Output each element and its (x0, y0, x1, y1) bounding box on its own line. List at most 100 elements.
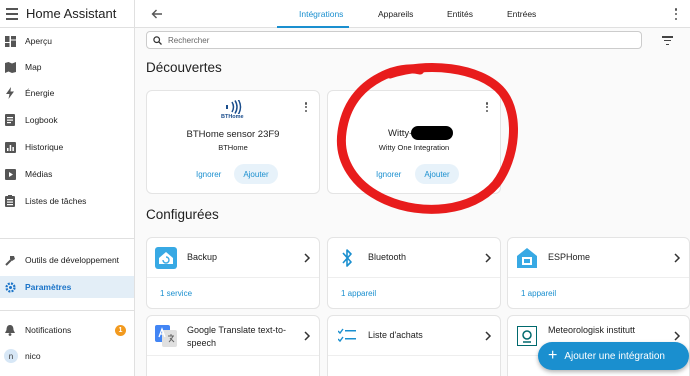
sidebar-item-energie[interactable]: Énergie (0, 82, 134, 104)
chevron-right-icon (485, 253, 492, 263)
discovered-name-row: Witty- (328, 126, 500, 142)
met-icon (516, 325, 538, 347)
shopping-list-icon (336, 325, 358, 347)
active-tab-indicator (277, 26, 349, 28)
chevron-right-icon (674, 253, 681, 263)
card-menu-icon[interactable] (304, 102, 308, 112)
esphome-icon (516, 247, 538, 269)
lightning-icon (4, 87, 16, 99)
plus-icon: + (548, 347, 558, 364)
media-icon (4, 168, 16, 180)
configured-card-google-translate[interactable]: Google Translate text-to-speech (146, 315, 320, 376)
integration-link[interactable]: 1 service (160, 289, 192, 298)
redaction-blot (411, 126, 453, 140)
sidebar-header: Home Assistant (0, 0, 134, 28)
bthome-logo-text: BTHome (221, 114, 244, 120)
sidebar-item-user[interactable]: n nico (0, 345, 134, 367)
sidebar-item-historique[interactable]: Historique (0, 136, 134, 158)
sidebar-item-map[interactable]: Map (0, 56, 134, 78)
chevron-right-icon (485, 331, 492, 341)
discovered-name: BTHome sensor 23F9 (186, 129, 280, 140)
back-arrow-icon[interactable] (151, 8, 163, 20)
ignore-button[interactable]: Ignorer (196, 170, 221, 179)
configured-card-backup[interactable]: Backup 1 service (146, 237, 320, 309)
configured-card-liste-d-achats[interactable]: Liste d'achats (327, 315, 501, 376)
sidebar-item-notifications[interactable]: Notifications 1 (0, 319, 134, 341)
tab-entrees[interactable]: Entrées (507, 0, 536, 28)
integration-name: Liste d'achats (368, 330, 423, 340)
integration-link[interactable]: 1 appareil (341, 289, 376, 298)
more-options-icon[interactable] (674, 8, 678, 20)
configured-card-bluetooth[interactable]: Bluetooth 1 appareil (327, 237, 501, 309)
notifications-badge: 1 (115, 324, 126, 336)
sidebar-item-label: Outils de développement (25, 255, 120, 265)
chevron-right-icon (304, 331, 311, 341)
sidebar-item-listes-de-taches[interactable]: Listes de tâches (0, 190, 134, 212)
search-bar (146, 31, 642, 49)
sidebar-item-parametres[interactable]: Paramètres (0, 276, 134, 298)
sidebar-item-logbook[interactable]: Logbook (0, 109, 134, 131)
sidebar-divider (0, 238, 134, 239)
sidebar-item-label: Aperçu (25, 36, 52, 46)
discovered-subtitle: Witty One Integration (378, 143, 450, 152)
chevron-right-icon (304, 253, 311, 263)
add-integration-button[interactable]: + Ajouter une intégration (538, 342, 689, 370)
integration-name: Bluetooth (368, 252, 407, 262)
user-name: nico (25, 351, 41, 361)
tab-appareils[interactable]: Appareils (378, 0, 413, 28)
app-title: Home Assistant (26, 6, 117, 21)
integration-name: Google Translate text-to-speech (187, 325, 287, 348)
sidebar-item-medias[interactable]: Médias (0, 163, 134, 185)
integration-name: Backup (187, 252, 218, 262)
card-menu-icon[interactable] (485, 102, 489, 112)
configured-card-esphome[interactable]: ESPHome 1 appareil (507, 237, 690, 309)
sidebar-item-outils-de-developpement[interactable]: Outils de développement (0, 249, 134, 271)
discovered-card-bthome: BTHome BTHome sensor 23F9 BTHome Ignorer… (146, 90, 320, 194)
logbook-icon (4, 114, 16, 126)
tab-entites[interactable]: Entités (447, 0, 473, 28)
gear-icon (4, 281, 16, 293)
discovered-card-witty: Witty- Witty One Integration Ignorer Ajo… (327, 90, 501, 194)
top-bar: Intégrations Appareils Entités Entrées (135, 0, 690, 28)
tab-integrations[interactable]: Intégrations (299, 0, 343, 28)
avatar: n (4, 349, 18, 363)
discovered-title: Découvertes (146, 60, 222, 75)
map-icon (4, 61, 16, 73)
menu-icon[interactable] (6, 7, 18, 20)
bthome-signal-icon (226, 100, 242, 114)
filter-icon[interactable] (662, 36, 673, 45)
add-button[interactable]: Ajouter (234, 164, 278, 184)
chevron-right-icon (674, 331, 681, 341)
configured-title: Configurées (146, 207, 219, 222)
bluetooth-icon (336, 247, 358, 269)
sidebar-item-label: Logbook (25, 115, 58, 125)
bell-icon (4, 324, 16, 336)
add-button[interactable]: Ajouter (415, 164, 459, 184)
google-translate-icon (155, 325, 177, 347)
sidebar: Home Assistant Aperçu Map Énergie Logboo… (0, 0, 135, 376)
backup-home-icon (155, 247, 177, 269)
add-integration-label: Ajouter une intégration (564, 350, 665, 362)
search-input[interactable] (168, 35, 568, 45)
sidebar-item-label: Notifications (25, 325, 72, 335)
search-icon (153, 35, 162, 45)
sidebar-item-label: Map (25, 62, 42, 72)
sidebar-item-label: Médias (25, 169, 53, 179)
integration-link[interactable]: 1 appareil (521, 289, 556, 298)
discovered-name: Witty- (388, 128, 413, 139)
sidebar-divider (0, 310, 134, 311)
clipboard-list-icon (4, 195, 16, 207)
dashboard-icon (4, 35, 16, 47)
sidebar-item-label: Paramètres (25, 282, 72, 292)
history-chart-icon (4, 141, 16, 153)
ignore-button[interactable]: Ignorer (376, 170, 401, 179)
bthome-logo: BTHome (221, 100, 247, 120)
sidebar-item-apercu[interactable]: Aperçu (0, 30, 134, 52)
hammer-icon (4, 254, 16, 266)
integration-name: Meteorologisk institutt (548, 325, 636, 335)
discovered-subtitle: BTHome (218, 143, 248, 152)
sidebar-item-label: Historique (25, 142, 64, 152)
integration-name: ESPHome (548, 252, 591, 262)
sidebar-item-label: Énergie (25, 88, 55, 98)
sidebar-item-label: Listes de tâches (25, 196, 87, 206)
